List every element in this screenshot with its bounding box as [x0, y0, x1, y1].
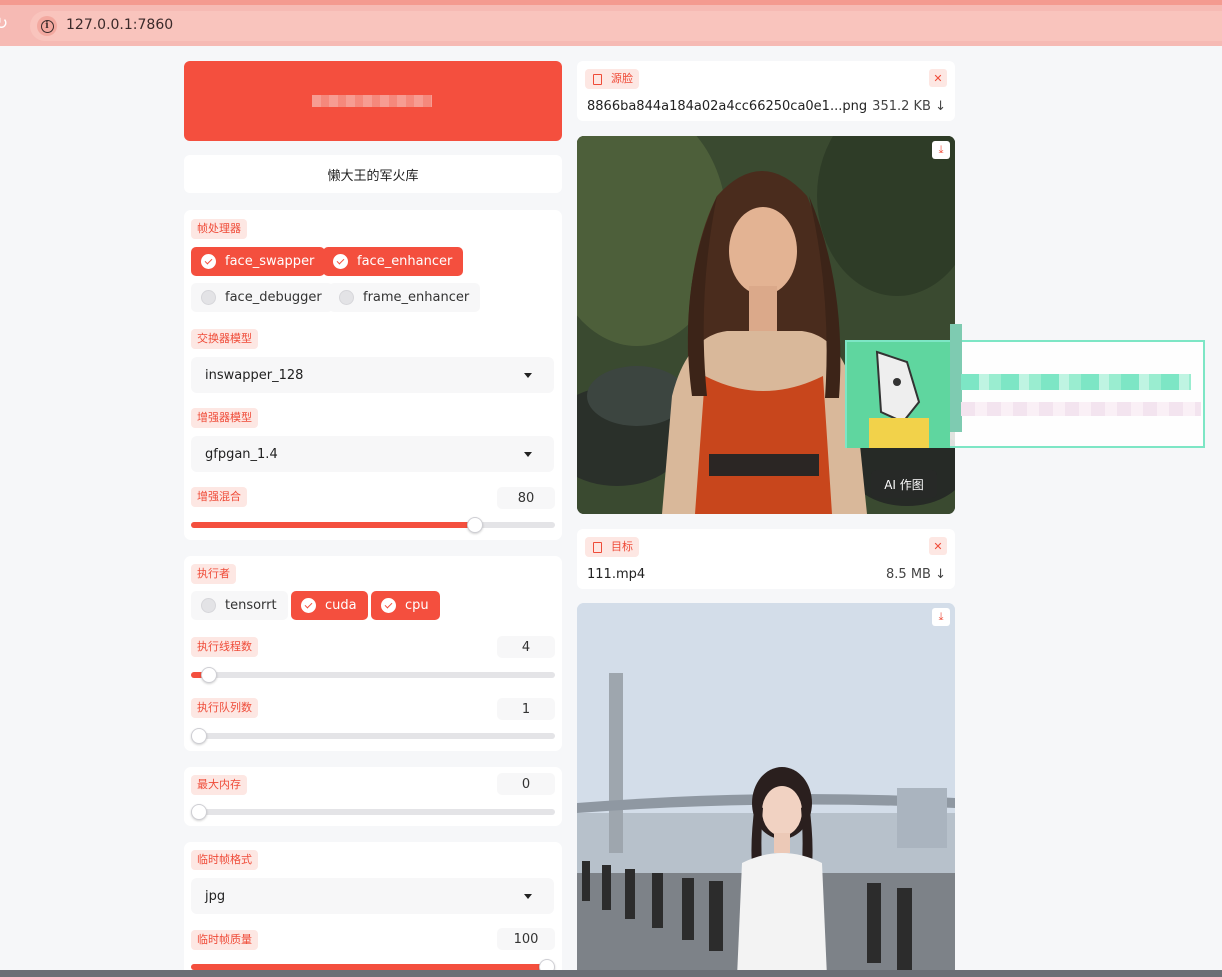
processors-card: 帧处理器 face_swapper face_enhancer face_deb…	[184, 210, 562, 540]
execution-queue-number[interactable]: 1	[497, 698, 555, 720]
checkbox-label: cpu	[405, 598, 429, 613]
enhancer-blend-label: 增强混合	[191, 487, 247, 507]
source-file-label: 源脸	[585, 69, 639, 89]
source-image-preview: ⤓ AI 作图	[577, 136, 955, 514]
enhancer-blend-number[interactable]: 80	[497, 487, 555, 509]
enhancer-blend-slider[interactable]	[191, 517, 555, 533]
checkbox-face-debugger[interactable]: face_debugger	[191, 283, 333, 312]
checkbox-face-swapper[interactable]: face_swapper	[191, 247, 326, 276]
checkbox-cuda[interactable]: cuda	[291, 591, 368, 620]
source-file-card: 源脸 ✕ 8866ba844a184a02a4cc66250ca0e1...pn…	[577, 61, 955, 121]
url-text[interactable]: 127.0.0.1:7860	[66, 17, 173, 33]
enhancer-model-label: 增强器模型	[191, 408, 258, 428]
frame-processors-label: 帧处理器	[191, 219, 247, 239]
target-video-preview: ⤓	[577, 603, 955, 977]
app-title: 懒大王的军火库	[184, 155, 562, 193]
target-file-label: 目标	[585, 537, 639, 557]
target-video-frame	[577, 603, 955, 977]
file-icon	[593, 74, 602, 85]
header-banner	[184, 61, 562, 141]
checkbox-frame-enhancer[interactable]: frame_enhancer	[329, 283, 481, 312]
temp-frame-quality-label: 临时帧质量	[191, 930, 258, 950]
execution-threads-slider[interactable]	[191, 667, 555, 683]
unchecked-circle-icon	[339, 290, 354, 305]
slider-fill	[191, 522, 475, 528]
source-filename[interactable]: 8866ba844a184a02a4cc66250ca0e1...png	[587, 99, 867, 114]
execution-queue-slider[interactable]	[191, 728, 555, 744]
horizontal-scrollbar[interactable]	[0, 970, 1222, 977]
target-label-text: 目标	[611, 540, 633, 553]
source-filesize[interactable]: 351.2 KB ↓	[872, 99, 946, 114]
slider-thumb[interactable]	[191, 804, 207, 820]
info-icon[interactable]: i	[37, 16, 57, 36]
temp-frame-card: 临时帧格式 jpg 临时帧质量 100	[184, 842, 562, 977]
target-file-card: 目标 ✕ 111.mp4 8.5 MB ↓	[577, 529, 955, 589]
chevron-down-icon	[524, 894, 532, 899]
checkbox-label: tensorrt	[225, 598, 277, 613]
chevron-down-icon	[524, 452, 532, 457]
temp-frame-quality-number[interactable]: 100	[497, 928, 555, 950]
overlay-blurred-subtext	[961, 402, 1201, 416]
file-icon	[593, 542, 602, 553]
blurred-logo	[312, 95, 432, 107]
max-memory-label: 最大内存	[191, 775, 247, 795]
check-icon	[381, 598, 396, 613]
memory-card: 最大内存 0	[184, 767, 562, 826]
address-bar[interactable]: i 127.0.0.1:7860	[30, 11, 1222, 41]
source-portrait-image	[577, 136, 955, 514]
max-memory-number[interactable]: 0	[497, 773, 555, 795]
checkbox-label: face_swapper	[225, 254, 315, 269]
checkbox-label: cuda	[325, 598, 357, 613]
execution-queue-label: 执行队列数	[191, 698, 258, 718]
dropdown-value: jpg	[205, 888, 226, 904]
slider-thumb[interactable]	[201, 667, 218, 683]
temp-frame-format-dropdown[interactable]: jpg	[191, 878, 554, 914]
dropdown-value: inswapper_128	[205, 367, 304, 383]
swapper-model-dropdown[interactable]: inswapper_128	[191, 357, 554, 393]
checkbox-label: face_debugger	[225, 290, 322, 305]
target-filename[interactable]: 111.mp4	[587, 567, 645, 582]
unchecked-circle-icon	[201, 290, 216, 305]
close-icon[interactable]: ✕	[929, 69, 947, 87]
execution-providers-label: 执行者	[191, 564, 236, 584]
checkbox-face-enhancer[interactable]: face_enhancer	[323, 247, 464, 276]
chevron-down-icon	[524, 373, 532, 378]
check-icon	[333, 254, 348, 269]
dropdown-value: gfpgan_1.4	[205, 446, 278, 462]
checkbox-label: face_enhancer	[357, 254, 453, 269]
checkbox-cpu[interactable]: cpu	[371, 591, 440, 620]
unchecked-circle-icon	[201, 598, 216, 613]
swapper-model-label: 交换器模型	[191, 329, 258, 349]
check-icon	[301, 598, 316, 613]
reload-icon[interactable]: ↻	[0, 14, 8, 34]
max-memory-slider[interactable]	[191, 804, 555, 820]
overlay-blurred-text	[961, 374, 1191, 390]
enhancer-model-dropdown[interactable]: gfpgan_1.4	[191, 436, 554, 472]
download-icon[interactable]: ⤓	[932, 141, 950, 159]
floating-overlay	[845, 324, 1205, 448]
slider-thumb[interactable]	[466, 517, 483, 533]
checkbox-label: frame_enhancer	[363, 290, 470, 305]
execution-threads-label: 执行线程数	[191, 637, 258, 657]
ai-generated-badge: AI 作图	[871, 470, 937, 498]
check-icon	[201, 254, 216, 269]
download-icon[interactable]: ⤓	[932, 608, 950, 626]
browser-toolbar: ↻ i 127.0.0.1:7860	[0, 0, 1222, 46]
target-filesize[interactable]: 8.5 MB ↓	[886, 567, 946, 582]
execution-threads-number[interactable]: 4	[497, 636, 555, 658]
checkbox-tensorrt[interactable]: tensorrt	[191, 591, 288, 620]
overlay-cartoon-image	[847, 342, 950, 448]
slider-thumb[interactable]	[191, 728, 207, 744]
source-label-text: 源脸	[611, 72, 633, 85]
close-icon[interactable]: ✕	[929, 537, 947, 555]
temp-frame-format-label: 临时帧格式	[191, 850, 258, 870]
execution-card: 执行者 tensorrt cuda cpu 执行线程数 4 执行队列数 1	[184, 556, 562, 751]
